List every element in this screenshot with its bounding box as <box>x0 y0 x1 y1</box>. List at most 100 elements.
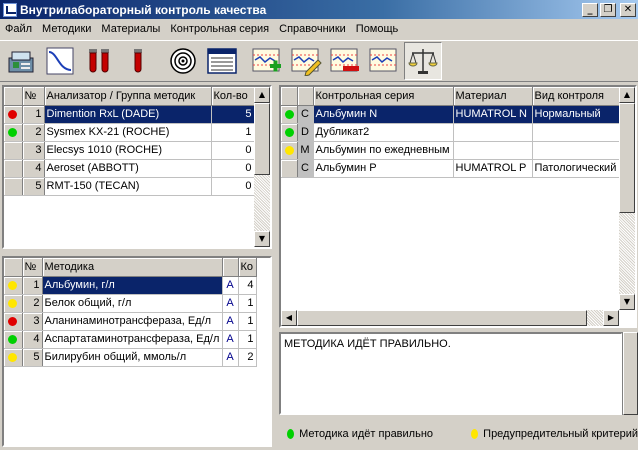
series-row[interactable]: D Дубликат2 <box>281 123 620 142</box>
series-name[interactable]: Дубликат2 <box>313 123 454 142</box>
view-chart-button[interactable] <box>365 42 403 80</box>
header-number[interactable]: № <box>22 258 43 277</box>
method-row[interactable]: 3 Аланинаминотрансфераза, Ед/л A 1 <box>4 312 257 331</box>
maximize-button[interactable]: ❐ <box>600 2 616 17</box>
calibration-curve-button[interactable] <box>41 42 79 80</box>
series-row[interactable]: C Альбумин P HUMATROL P Патологический <box>281 159 620 178</box>
scroll-down-button[interactable]: ▼ <box>619 294 635 310</box>
analyzer-count[interactable]: 0 <box>211 177 255 196</box>
test-tube-icon <box>134 49 142 73</box>
method-name[interactable]: Альбумин, г/л <box>42 276 223 295</box>
scroll-up-button[interactable]: ▲ <box>619 87 635 103</box>
header-analyzer[interactable]: Анализатор / Группа методик <box>44 87 212 106</box>
analyzers-vscroll[interactable]: ▲ ▼ <box>254 87 270 247</box>
series-kind[interactable]: Патологический <box>532 159 620 178</box>
menu-materials[interactable]: Материалы <box>96 23 165 35</box>
analyzer-row[interactable]: 2 Sysmex KX-21 (ROCHE) 1 <box>4 123 255 142</box>
scroll-right-button[interactable]: ▶ <box>603 310 619 326</box>
analyzer-count[interactable]: 0 <box>211 141 255 160</box>
method-name[interactable]: Белок общий, г/л <box>42 294 223 313</box>
scroll-thumb[interactable] <box>297 310 587 326</box>
method-count[interactable]: 2 <box>238 348 257 367</box>
header-count[interactable]: Кол-во <box>211 87 255 106</box>
row-number: 3 <box>22 141 45 160</box>
scroll-left-button[interactable]: ◀ <box>281 310 297 326</box>
close-button[interactable]: ✕ <box>620 2 636 17</box>
series-vscroll[interactable]: ▲ ▼ <box>619 87 635 310</box>
analyzer-count[interactable]: 0 <box>211 159 255 178</box>
method-row[interactable]: 2 Белок общий, г/л A 1 <box>4 294 257 313</box>
method-code[interactable]: A <box>222 294 239 313</box>
series-hscroll[interactable]: ◀ ▶ <box>281 310 619 326</box>
header-method[interactable]: Методика <box>42 258 223 277</box>
analyzer-name[interactable]: Aeroset (ABBOTT) <box>44 159 212 178</box>
series-name[interactable]: Альбумин N <box>313 105 454 124</box>
delete-chart-button[interactable] <box>326 42 364 80</box>
menu-help[interactable]: Помощь <box>351 23 404 35</box>
method-count[interactable]: 1 <box>238 312 257 331</box>
series-material[interactable] <box>453 123 533 142</box>
minimize-button[interactable]: _ <box>582 2 598 17</box>
evaluate-button[interactable] <box>404 42 442 80</box>
method-name[interactable]: Аспартатаминотрансфераза, Ед/л <box>42 330 223 349</box>
scroll-thumb[interactable] <box>254 103 270 175</box>
analyzer-name[interactable]: Sysmex KX-21 (ROCHE) <box>44 123 212 142</box>
series-name[interactable]: Альбумин по ежедневным <box>313 141 454 160</box>
series-header-row: Контрольная серия Материал Вид контроля <box>281 87 620 106</box>
add-chart-button[interactable] <box>248 42 286 80</box>
header-control-kind[interactable]: Вид контроля <box>532 87 620 106</box>
method-row[interactable]: 5 Билирубин общий, ммоль/л A 2 <box>4 348 257 367</box>
header-count[interactable]: Ко <box>238 258 257 277</box>
method-name[interactable]: Билирубин общий, ммоль/л <box>42 348 223 367</box>
analyzer-button[interactable] <box>2 42 40 80</box>
scroll-down-button[interactable]: ▼ <box>254 231 270 247</box>
edit-chart-button[interactable] <box>287 42 325 80</box>
method-row[interactable]: 4 Аспартатаминотрансфераза, Ед/л A 1 <box>4 330 257 349</box>
row-number: 3 <box>22 312 43 331</box>
series-material[interactable]: HUMATROL P <box>453 159 533 178</box>
header-number[interactable]: № <box>22 87 45 106</box>
series-name[interactable]: Альбумин P <box>313 159 454 178</box>
analyzer-row[interactable]: 3 Elecsys 1010 (ROCHE) 0 <box>4 141 255 160</box>
status-vscroll[interactable] <box>622 332 638 415</box>
series-row[interactable]: C Альбумин N HUMATROL N Нормальный <box>281 105 620 124</box>
series-material[interactable]: HUMATROL N <box>453 105 533 124</box>
scroll-up-button[interactable]: ▲ <box>254 87 270 103</box>
analyzer-count[interactable]: 5 <box>211 105 255 124</box>
analyzers-table: № Анализатор / Группа методик Кол-во 1 D… <box>4 87 255 196</box>
header-code[interactable] <box>222 258 239 277</box>
method-row[interactable]: 1 Альбумин, г/л A 4 <box>4 276 257 295</box>
method-code[interactable]: A <box>222 330 239 349</box>
analyzer-row[interactable]: 4 Aeroset (ABBOTT) 0 <box>4 159 255 178</box>
series-material[interactable] <box>453 141 533 160</box>
header-series[interactable]: Контрольная серия <box>313 87 454 106</box>
menu-methods[interactable]: Методики <box>37 23 96 35</box>
menu-control-series[interactable]: Контрольная серия <box>165 23 274 35</box>
method-count[interactable]: 1 <box>238 330 257 349</box>
menu-references[interactable]: Справочники <box>274 23 351 35</box>
series-kind[interactable] <box>532 141 620 160</box>
analyzer-row[interactable]: 1 Dimention RxL (DADE) 5 <box>4 105 255 124</box>
scroll-thumb[interactable] <box>619 103 635 213</box>
analyzer-count[interactable]: 1 <box>211 123 255 142</box>
analyzer-name[interactable]: Elecsys 1010 (ROCHE) <box>44 141 212 160</box>
method-count[interactable]: 1 <box>238 294 257 313</box>
materials-button[interactable] <box>80 42 118 80</box>
method-count[interactable]: 4 <box>238 276 257 295</box>
series-kind[interactable] <box>532 123 620 142</box>
method-code[interactable]: A <box>222 348 239 367</box>
method-code[interactable]: A <box>222 312 239 331</box>
menu-file[interactable]: Файл <box>0 23 37 35</box>
header-material[interactable]: Материал <box>453 87 533 106</box>
method-name[interactable]: Аланинаминотрансфераза, Ед/л <box>42 312 223 331</box>
analyzer-row[interactable]: 5 RMT-150 (TECAN) 0 <box>4 177 255 196</box>
analyzer-name[interactable]: RMT-150 (TECAN) <box>44 177 212 196</box>
series-kind[interactable]: Нормальный <box>532 105 620 124</box>
target-button[interactable] <box>164 42 202 80</box>
scroll-thumb[interactable] <box>623 332 638 415</box>
series-row[interactable]: M Альбумин по ежедневным <box>281 141 620 160</box>
method-code[interactable]: A <box>222 276 239 295</box>
sample-button[interactable] <box>119 42 157 80</box>
journal-button[interactable] <box>203 42 241 80</box>
analyzer-name[interactable]: Dimention RxL (DADE) <box>44 105 212 124</box>
